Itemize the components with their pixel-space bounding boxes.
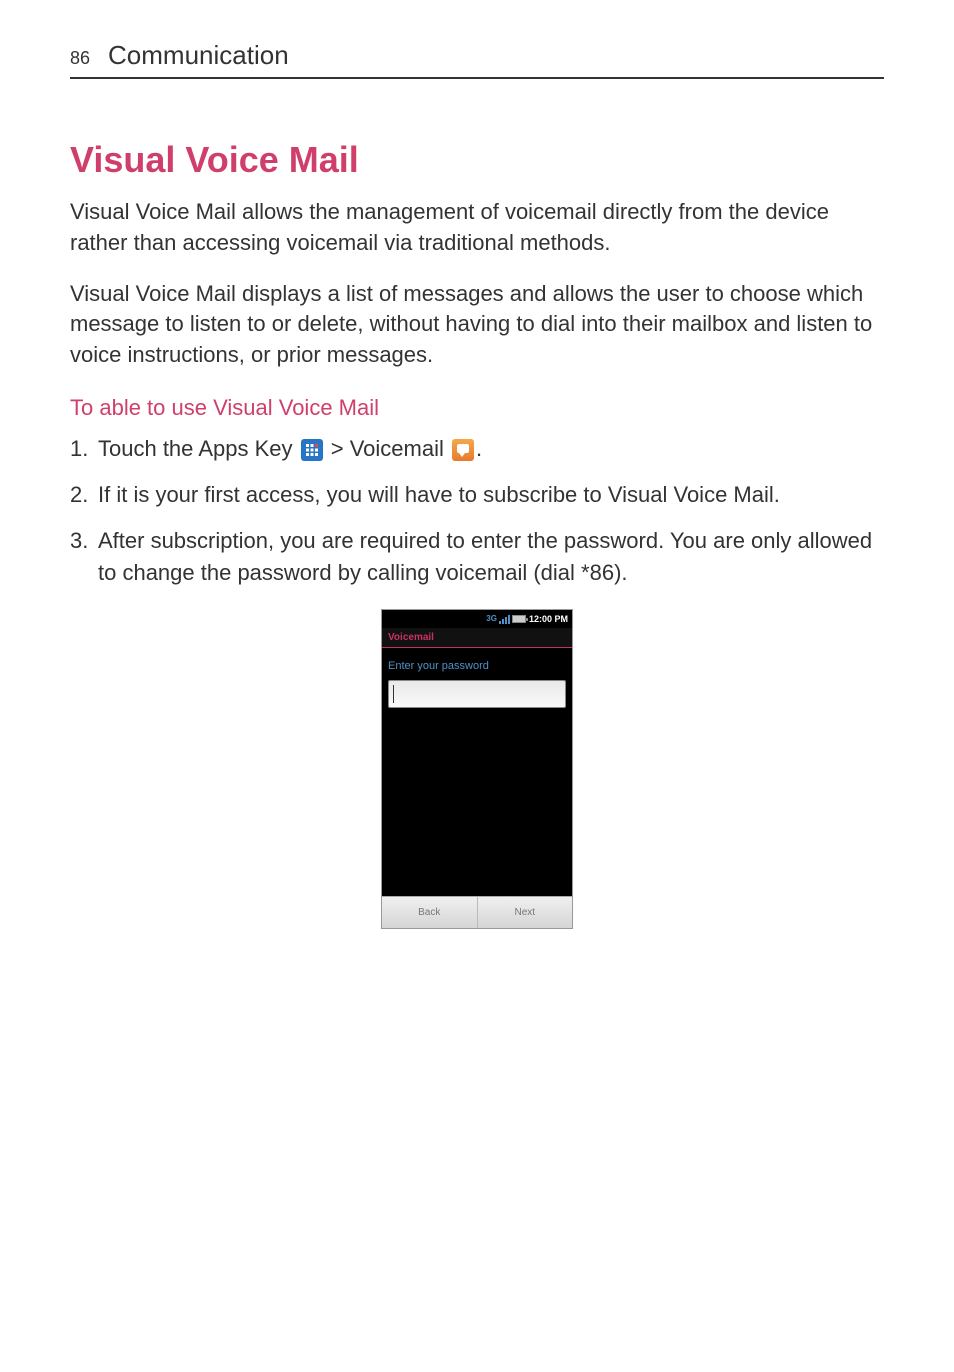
status-time: 12:00 PM — [529, 614, 568, 624]
apps-key-icon — [301, 439, 323, 461]
network-icon: 3G — [486, 614, 497, 623]
signal-icon — [499, 614, 510, 624]
button-bar: Back Next — [382, 896, 572, 928]
page-header: 86 Communication — [70, 40, 884, 79]
page-number: 86 — [70, 48, 90, 69]
step-3: 3. After subscription, you are required … — [70, 525, 884, 589]
status-icons: 3G — [486, 614, 526, 624]
step-text: Touch the Apps Key > Voicemail . — [98, 433, 884, 465]
step-text: After subscription, you are required to … — [98, 525, 884, 589]
section-title: Communication — [108, 40, 289, 71]
intro-paragraph-1: Visual Voice Mail allows the management … — [70, 197, 884, 259]
intro-paragraph-2: Visual Voice Mail displays a list of mes… — [70, 279, 884, 371]
next-button[interactable]: Next — [478, 897, 573, 928]
step-number: 1. — [70, 433, 98, 465]
phone-screenshot: 3G 12:00 PM Voicemail Enter your passwor… — [381, 609, 573, 929]
main-heading: Visual Voice Mail — [70, 139, 884, 181]
voicemail-icon — [452, 439, 474, 461]
step-text: If it is your first access, you will hav… — [98, 479, 884, 511]
step-1-suffix: . — [476, 436, 482, 461]
step-1-prefix: Touch the — [98, 436, 198, 461]
step-number: 3. — [70, 525, 98, 589]
app-title-bar: Voicemail — [382, 628, 572, 648]
step-2: 2. If it is your first access, you will … — [70, 479, 884, 511]
apps-key-label: Apps Key — [198, 436, 292, 461]
battery-icon — [512, 615, 526, 623]
step-1-mid: > — [325, 436, 350, 461]
step-1: 1. Touch the Apps Key > Voicemail . — [70, 433, 884, 465]
text-cursor — [393, 685, 394, 703]
screenshot-container: 3G 12:00 PM Voicemail Enter your passwor… — [70, 609, 884, 929]
back-button[interactable]: Back — [382, 897, 478, 928]
status-bar: 3G 12:00 PM — [382, 610, 572, 628]
password-prompt: Enter your password — [382, 648, 572, 680]
voicemail-label: Voicemail — [350, 436, 444, 461]
screen-spacer — [382, 708, 572, 896]
sub-heading: To able to use Visual Voice Mail — [70, 395, 884, 421]
password-input[interactable] — [388, 680, 566, 708]
step-number: 2. — [70, 479, 98, 511]
